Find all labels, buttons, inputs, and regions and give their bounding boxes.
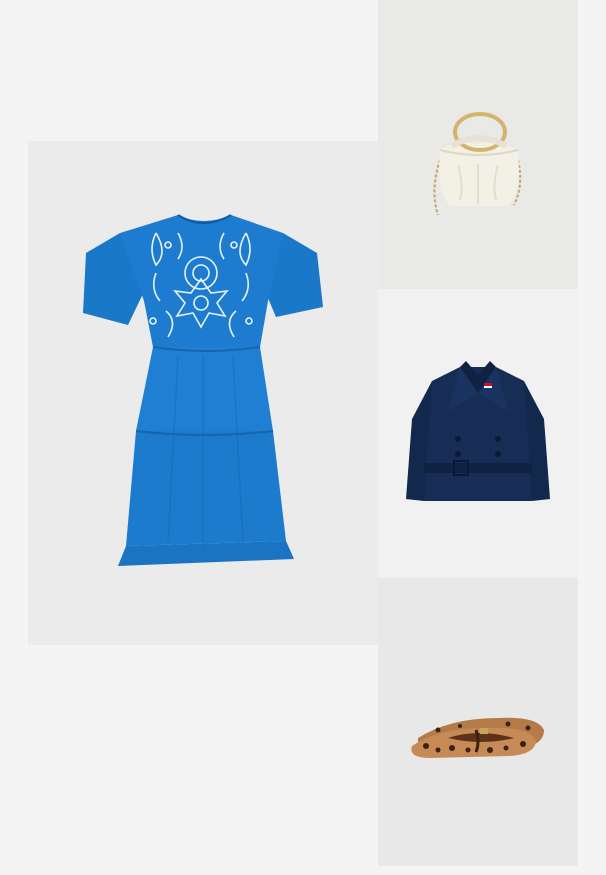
product-tile-dress[interactable] <box>28 141 378 645</box>
handbag-icon <box>433 112 522 216</box>
embroidered-dress-icon <box>83 214 323 566</box>
leopard-flats-icon <box>411 717 544 758</box>
product-tile-bag[interactable] <box>378 0 578 289</box>
product-tile-shoes[interactable] <box>378 578 578 866</box>
product-tile-jacket[interactable] <box>378 289 578 578</box>
cropped-jacket-icon <box>406 361 550 501</box>
